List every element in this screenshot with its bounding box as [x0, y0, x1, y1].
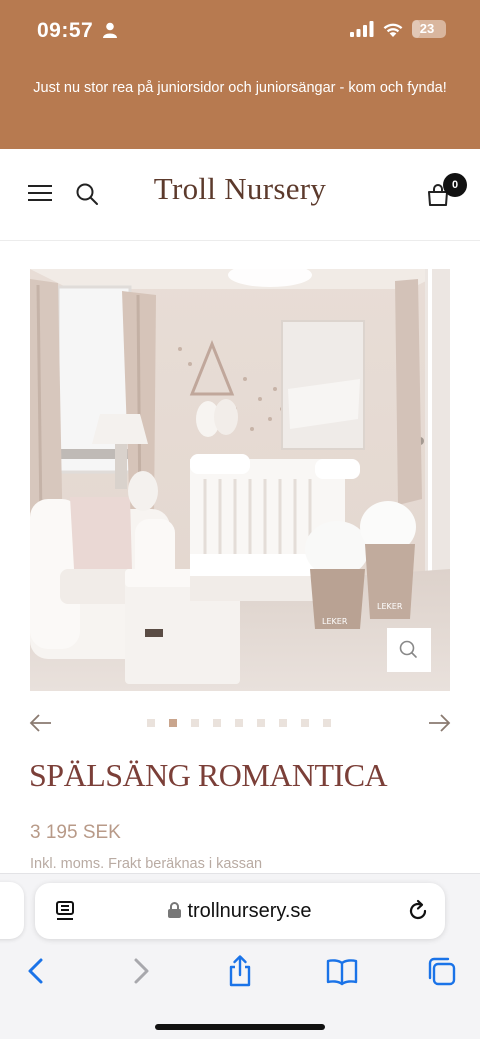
lock-icon: [168, 902, 182, 918]
share-icon[interactable]: [225, 954, 255, 988]
battery-level: 23: [419, 21, 435, 36]
back-icon[interactable]: [22, 954, 52, 988]
basket-label-2: LEKER: [377, 602, 403, 611]
battery-icon: 23: [412, 20, 446, 38]
status-icons: 23: [350, 20, 446, 38]
announcement-text: Just nu stor rea på juniorsidor och juni…: [33, 80, 447, 96]
product-title: SPÄLSÄNG ROMANTICA: [29, 757, 388, 793]
zoom-icon: [399, 640, 417, 658]
url-display: trollnursery.se: [35, 900, 445, 923]
tax-note: Inkl. moms. Frakt beräknas i kassan: [30, 856, 263, 872]
person-icon: [103, 22, 117, 38]
status-bar: 09:57 23: [0, 0, 480, 62]
arrow-right-icon[interactable]: [427, 712, 451, 734]
signal-icon: [350, 21, 374, 37]
gallery-dot[interactable]: [213, 719, 221, 727]
cart-count-badge[interactable]: 0: [443, 173, 467, 197]
gallery-dot[interactable]: [279, 719, 287, 727]
gallery-dot[interactable]: [301, 719, 309, 727]
home-indicator: [155, 1024, 325, 1030]
gallery-dot[interactable]: [257, 719, 265, 727]
gallery-navigation: [0, 708, 480, 738]
gallery-dot[interactable]: [169, 719, 177, 727]
address-bar[interactable]: trollnursery.se: [35, 883, 445, 939]
gallery-dot[interactable]: [147, 719, 155, 727]
status-time: 09:57: [37, 19, 94, 42]
gallery-dot[interactable]: [235, 719, 243, 727]
reload-icon[interactable]: [406, 899, 430, 923]
arrow-left-icon[interactable]: [29, 712, 53, 734]
site-logo[interactable]: Troll Nursery: [0, 171, 480, 207]
gallery-dot[interactable]: [191, 719, 199, 727]
basket-label-1: LEKER: [322, 617, 348, 626]
product-price: 3 195 SEK: [30, 822, 121, 843]
previous-tab-preview[interactable]: [0, 882, 24, 939]
gallery-dots: [147, 719, 331, 727]
announcement-banner[interactable]: Just nu stor rea på juniorsidor och juni…: [0, 62, 480, 149]
browser-bar: trollnursery.se: [0, 873, 480, 1039]
site-header: Troll Nursery: [0, 149, 480, 241]
bookmarks-icon[interactable]: [325, 954, 359, 988]
browser-toolbar: [0, 954, 480, 994]
url-text: trollnursery.se: [187, 900, 312, 922]
zoom-button[interactable]: [387, 628, 431, 672]
forward-icon[interactable]: [125, 954, 155, 988]
wifi-icon: [383, 23, 403, 37]
gallery-dot[interactable]: [323, 719, 331, 727]
tabs-icon[interactable]: [427, 954, 457, 988]
